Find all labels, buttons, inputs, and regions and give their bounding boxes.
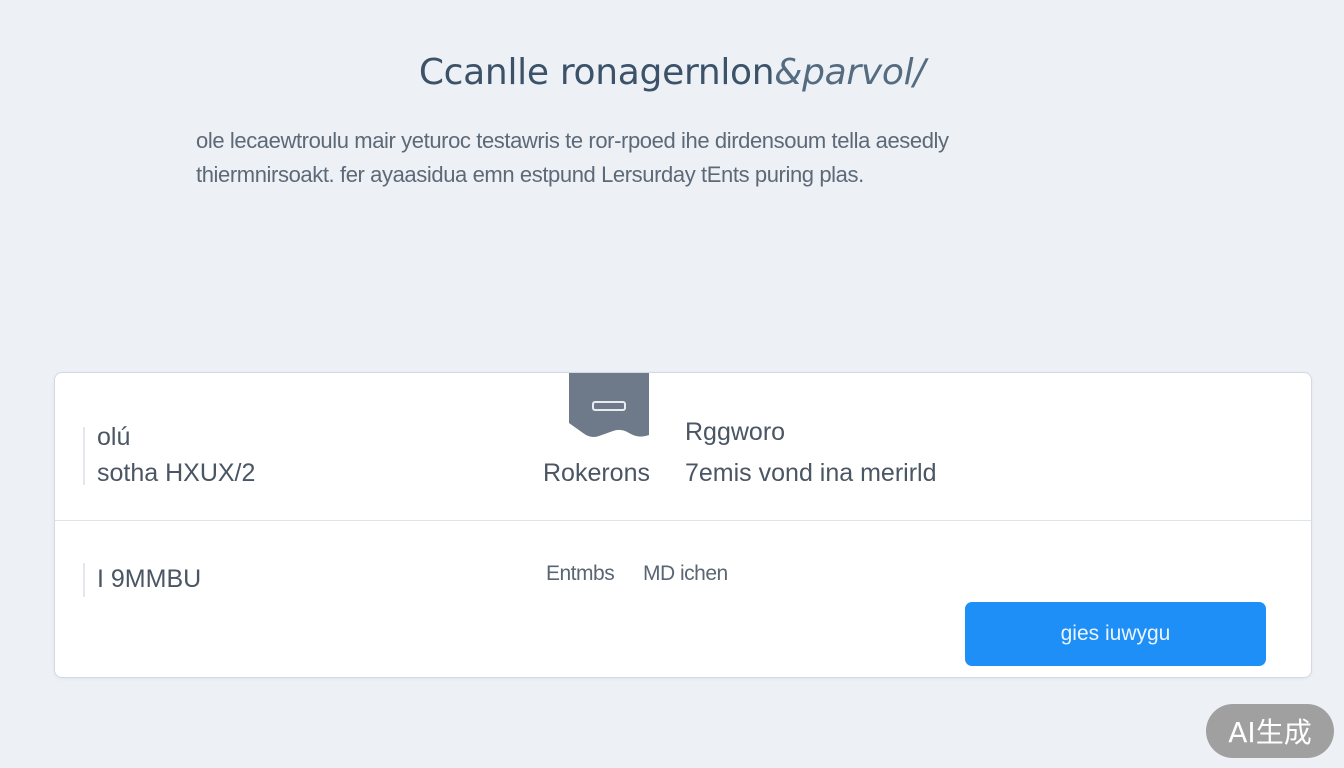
row-1-label: olú [97, 423, 131, 451]
row-1-right-value: 7emis vond ina merirld [685, 459, 937, 487]
primary-action-button[interactable]: gies iuwygu [965, 602, 1266, 666]
ai-generated-badge: AI生成 [1206, 704, 1334, 758]
row-2-mid-label: Entmbs [546, 562, 615, 585]
card-divider [55, 520, 1311, 521]
row-1-right-title: Rggworo [685, 418, 786, 446]
card-tab-icon[interactable] [569, 373, 649, 437]
page-title: Ccanlle ronagernlon&parvol/ [0, 52, 1344, 93]
row-1-mid-label: Rokerons [543, 459, 650, 487]
row-1-value: sotha HXUX/2 [97, 459, 256, 487]
details-card: olú sotha HXUX/2 Rokerons Rggworo 7emis … [54, 372, 1312, 678]
row-2-mid-value: MD ichen [643, 562, 728, 585]
row-1-indicator [83, 427, 85, 485]
intro-paragraph: ole lecaewtroulu mair yeturoc testawris … [196, 124, 1096, 192]
row-2-label: I 9MMBU [97, 565, 202, 593]
page-title-text: Ccanlle ronagernlon [418, 52, 775, 93]
row-2-indicator [83, 563, 85, 597]
intro-line-2: thiermnirsoakt. fer ayaasidua emn estpun… [196, 162, 864, 187]
page-title-accent: &parvol/ [774, 52, 926, 93]
intro-line-1: ole lecaewtroulu mair yeturoc testawris … [196, 128, 949, 153]
